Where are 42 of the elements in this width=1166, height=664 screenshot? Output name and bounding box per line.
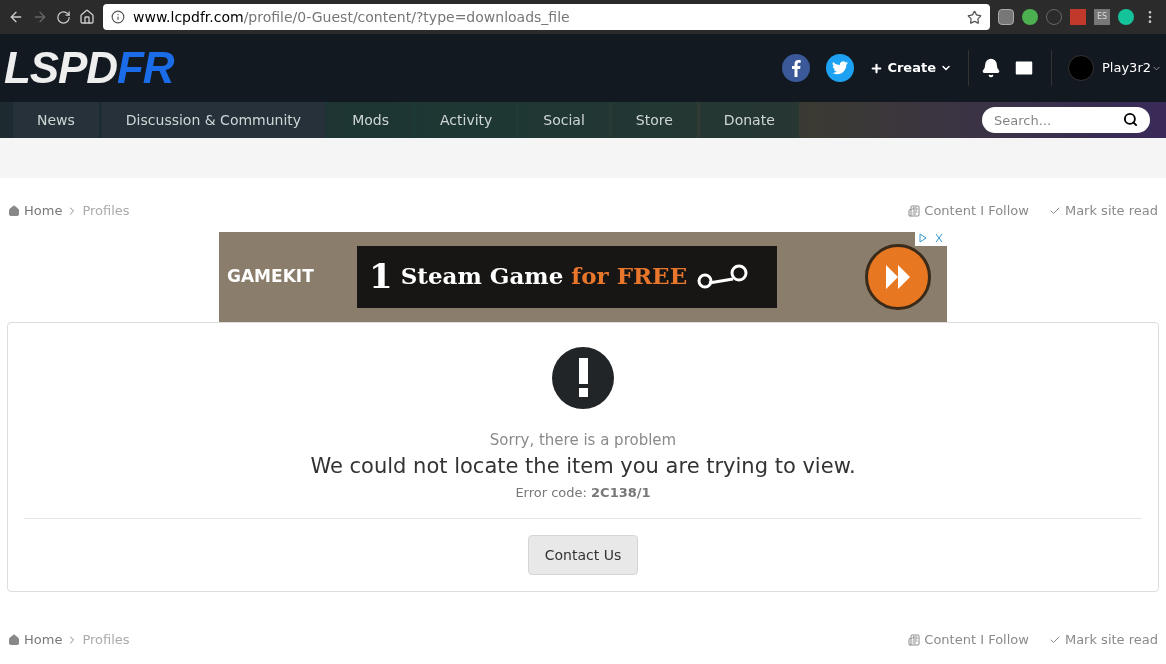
plus-icon: [870, 61, 884, 75]
breadcrumb-link[interactable]: Home: [24, 201, 63, 221]
ad-banner[interactable]: GAMEKIT 1 Steam Game for FREE: [219, 231, 947, 322]
search-field[interactable]: Search...: [982, 107, 1150, 133]
back-icon[interactable]: [8, 9, 24, 25]
extension-icon[interactable]: [998, 9, 1014, 25]
mark-read-link[interactable]: Mark site read: [1064, 630, 1158, 650]
newspaper-icon: [908, 204, 921, 217]
user-menu-button[interactable]: Play3r2: [1102, 58, 1162, 78]
star-icon[interactable]: [967, 9, 982, 25]
content-follow-link[interactable]: Content I Follow: [924, 630, 1029, 650]
extension-icon[interactable]: [1022, 9, 1038, 25]
error-code: Error code: 2C138/1: [515, 483, 651, 502]
ad-headline: Steam Game: [400, 261, 564, 292]
ad-brand: GAMEKIT: [227, 264, 315, 288]
ad-highlight: for FREE: [571, 261, 688, 292]
ad-number: 1: [369, 255, 393, 298]
site-logo[interactable]: LSPDFR: [0, 46, 178, 90]
address-bar[interactable]: www.lcpdfr.com/profile/0-Guest/content/?type=downloads_file: [103, 4, 990, 30]
facebook-icon[interactable]: [782, 54, 811, 82]
nav-tab[interactable]: News: [13, 102, 99, 138]
url-text: www.lcpdfr.com/profile/0-Guest/content/?type=downloads_file: [133, 7, 571, 27]
contact-us-button[interactable]: Contact Us: [528, 535, 638, 575]
home-icon: [8, 633, 20, 646]
newspaper-icon: [908, 633, 921, 646]
content-follow-link[interactable]: Content I Follow: [924, 201, 1029, 221]
home-icon[interactable]: [79, 9, 95, 25]
error-title: We could not locate the item you are trying to view.: [310, 453, 856, 480]
breadcrumb-link[interactable]: Home: [24, 630, 63, 650]
home-icon: [8, 204, 20, 217]
info-icon: [111, 10, 125, 24]
create-button[interactable]: Create: [870, 58, 952, 78]
reload-icon[interactable]: [56, 9, 71, 25]
search-icon[interactable]: [1123, 112, 1138, 127]
bell-icon[interactable]: [981, 58, 1001, 78]
nav-tab[interactable]: Donate: [699, 102, 799, 138]
extension-icon[interactable]: [1118, 9, 1134, 25]
nav-tab[interactable]: Store: [611, 102, 697, 138]
nav-tab[interactable]: Discussion & Community: [101, 102, 326, 138]
mark-read-link[interactable]: Mark site read: [1064, 201, 1158, 221]
bird-icon[interactable]: [826, 54, 855, 82]
error-subtitle: Sorry, there is a problem: [489, 429, 677, 451]
